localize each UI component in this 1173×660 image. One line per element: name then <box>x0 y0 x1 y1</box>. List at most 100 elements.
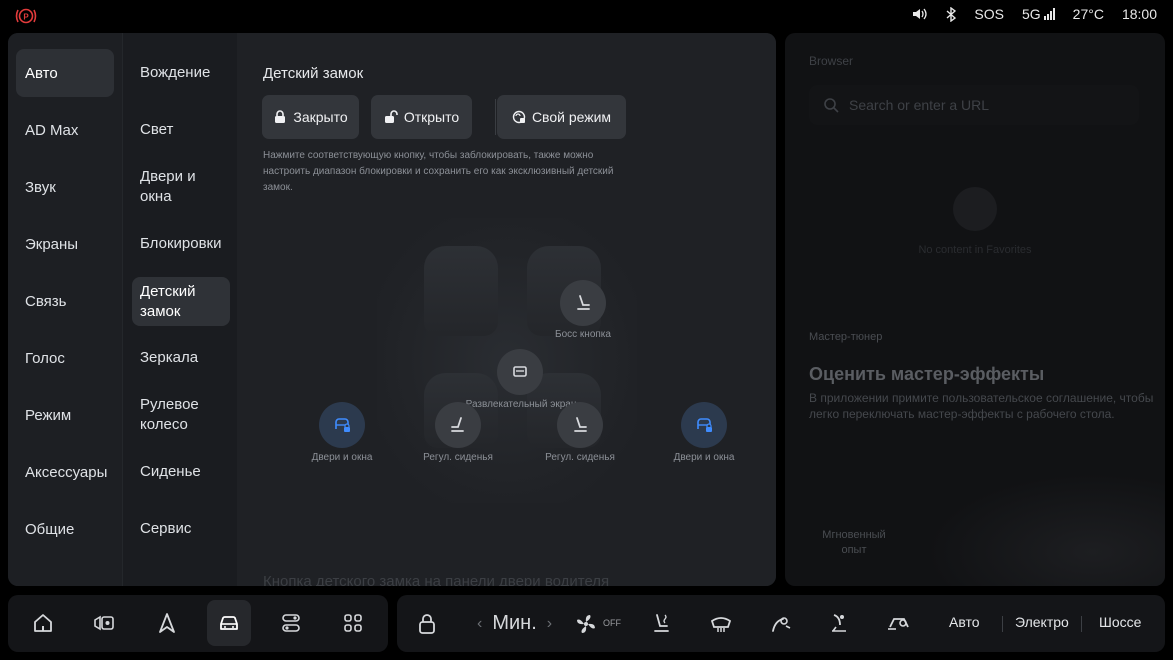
subnav-item-locks[interactable]: Блокировки <box>132 220 230 268</box>
seat-adjust-right-label: Регул. сиденья <box>545 452 615 463</box>
search-icon <box>824 98 839 113</box>
fan-state-label: OFF <box>603 618 621 628</box>
doors-windows-left-control[interactable] <box>319 402 365 448</box>
fan-icon <box>577 615 595 633</box>
settings-nav: Авто AD Max Звук Экраны Связь Голос Режи… <box>8 33 122 586</box>
drive-mode-separator <box>1081 616 1082 632</box>
fan-decrease-icon[interactable]: ‹ <box>477 615 482 633</box>
seat-adjust-left-control[interactable] <box>435 402 481 448</box>
section-title: Детский замок <box>263 65 364 82</box>
drive-mode-electric[interactable]: Электро <box>1015 614 1069 630</box>
screen-icon <box>513 366 527 377</box>
faded-footer-text: Кнопка детского замка на панели двери во… <box>263 573 610 586</box>
toggles-icon <box>282 614 300 632</box>
doors-windows-right-label: Двери и окна <box>673 452 735 463</box>
network-indicator: 5G <box>1022 6 1055 22</box>
bluetooth-icon[interactable] <box>946 6 957 22</box>
subnav-item-steering-wheel[interactable]: Рулевое колесо <box>132 391 230 439</box>
nav-item-voice[interactable]: Голос <box>16 334 114 382</box>
air-recirculation-button[interactable] <box>885 610 913 638</box>
tuner-title[interactable]: Оценить мастер-эффекты <box>809 364 1044 385</box>
airflow-feet-button[interactable] <box>825 610 853 638</box>
nav-item-ad-max[interactable]: AD Max <box>16 106 114 154</box>
seat-adjust-right-control[interactable] <box>557 402 603 448</box>
app-dock <box>8 595 388 652</box>
airflow-feet-icon <box>832 614 846 632</box>
boss-button-label: Босс кнопка <box>555 329 611 340</box>
front-left-seat <box>424 246 498 336</box>
child-lock-content: Детский замок Закрыто Открыто Свой режим… <box>237 33 776 586</box>
apps-button[interactable] <box>331 600 375 646</box>
controls-button[interactable] <box>269 600 313 646</box>
seat-adjust-icon <box>451 417 464 432</box>
custom-mode-button[interactable]: Свой режим <box>497 95 626 139</box>
lock-icon <box>275 110 286 123</box>
nav-item-general[interactable]: Общие <box>16 505 114 553</box>
tuner-label: Мастер-тюнер <box>809 331 883 343</box>
fan-button[interactable] <box>572 610 600 638</box>
signal-icon <box>1043 8 1055 20</box>
front-defrost-button[interactable] <box>707 610 735 638</box>
seat-adjust-icon <box>574 417 587 432</box>
alert-logo-icon[interactable]: P <box>14 7 38 25</box>
subnav-item-seat[interactable]: Сиденье <box>132 448 230 496</box>
fan-increase-icon[interactable]: › <box>547 615 552 633</box>
browser-search-input[interactable]: Search or enter a URL <box>809 85 1139 125</box>
svg-text:P: P <box>23 13 29 22</box>
subnav-item-child-lock[interactable]: Детский замок <box>132 277 230 326</box>
entertainment-screen-control[interactable] <box>497 349 543 395</box>
nav-item-mode[interactable]: Режим <box>16 391 114 439</box>
network-label: 5G <box>1021 6 1041 22</box>
navigation-button[interactable] <box>145 600 189 646</box>
car-settings-button[interactable] <box>207 600 251 646</box>
nav-item-sound[interactable]: Звук <box>16 163 114 211</box>
status-bar: P SOS 5G 27°C 18:00 <box>0 0 1173 32</box>
search-placeholder: Search or enter a URL <box>849 97 990 113</box>
drive-mode-highway[interactable]: Шоссе <box>1099 614 1141 630</box>
home-icon <box>34 614 52 632</box>
sos-button[interactable]: SOS <box>974 6 1004 22</box>
boss-button-control[interactable] <box>560 280 606 326</box>
fan-level-label: Мин. <box>492 612 537 634</box>
media-button[interactable] <box>82 600 126 646</box>
doors-windows-right-control[interactable] <box>681 402 727 448</box>
settings-panel: Авто AD Max Звук Экраны Связь Голос Режи… <box>8 33 776 586</box>
climate-dock: ‹ Мин. › OFF Авто Электро Шоссе <box>397 595 1165 652</box>
nav-item-auto[interactable]: Авто <box>16 49 114 97</box>
airflow-face-button[interactable] <box>766 610 794 638</box>
settings-subnav: Вождение Свет Двери и окна Блокировки Де… <box>122 33 237 586</box>
subnav-item-lights[interactable]: Свет <box>132 106 230 154</box>
custom-mode-label: Свой режим <box>531 109 612 125</box>
seat-heat-button[interactable] <box>647 610 675 638</box>
defrost-icon <box>710 617 732 632</box>
empty-favorites-icon <box>953 187 997 231</box>
button-divider <box>495 99 496 135</box>
subnav-item-service[interactable]: Сервис <box>132 505 230 553</box>
nav-item-connection[interactable]: Связь <box>16 277 114 325</box>
hint-text: Нажмите соответствующую кнопку, чтобы за… <box>263 150 614 193</box>
media-icon <box>94 615 114 631</box>
lock-button[interactable] <box>413 610 441 638</box>
drive-mode-auto[interactable]: Авто <box>949 614 980 630</box>
nav-item-accessories[interactable]: Аксессуары <box>16 448 114 496</box>
subnav-item-doors-windows[interactable]: Двери и окна <box>132 163 230 211</box>
home-button[interactable] <box>21 600 65 646</box>
clock: 18:00 <box>1121 6 1157 22</box>
volume-icon[interactable] <box>912 7 928 21</box>
no-content-text: No content in Favorites <box>918 244 1032 256</box>
subnav-item-driving[interactable]: Вождение <box>132 49 230 97</box>
car-icon <box>220 616 238 630</box>
browser-widget: Browser Search or enter a URL No content… <box>785 33 1165 586</box>
lock-open-button[interactable]: Открыто <box>371 95 472 139</box>
unlock-icon <box>384 110 398 123</box>
tuner-wave-graphic <box>925 473 1165 586</box>
nav-item-screens[interactable]: Экраны <box>16 220 114 268</box>
fan-speed-control[interactable]: ‹ Мин. › <box>477 612 552 635</box>
custom-lock-icon <box>512 110 526 124</box>
recirculation-icon <box>888 618 909 630</box>
instant-experience-button[interactable]: Мгновенный опыт <box>809 528 899 558</box>
lock-closed-button[interactable]: Закрыто <box>262 95 359 139</box>
subnav-item-mirrors[interactable]: Зеркала <box>132 334 230 382</box>
airflow-face-icon <box>772 617 791 632</box>
temperature-readout: 27°C <box>1072 6 1104 22</box>
